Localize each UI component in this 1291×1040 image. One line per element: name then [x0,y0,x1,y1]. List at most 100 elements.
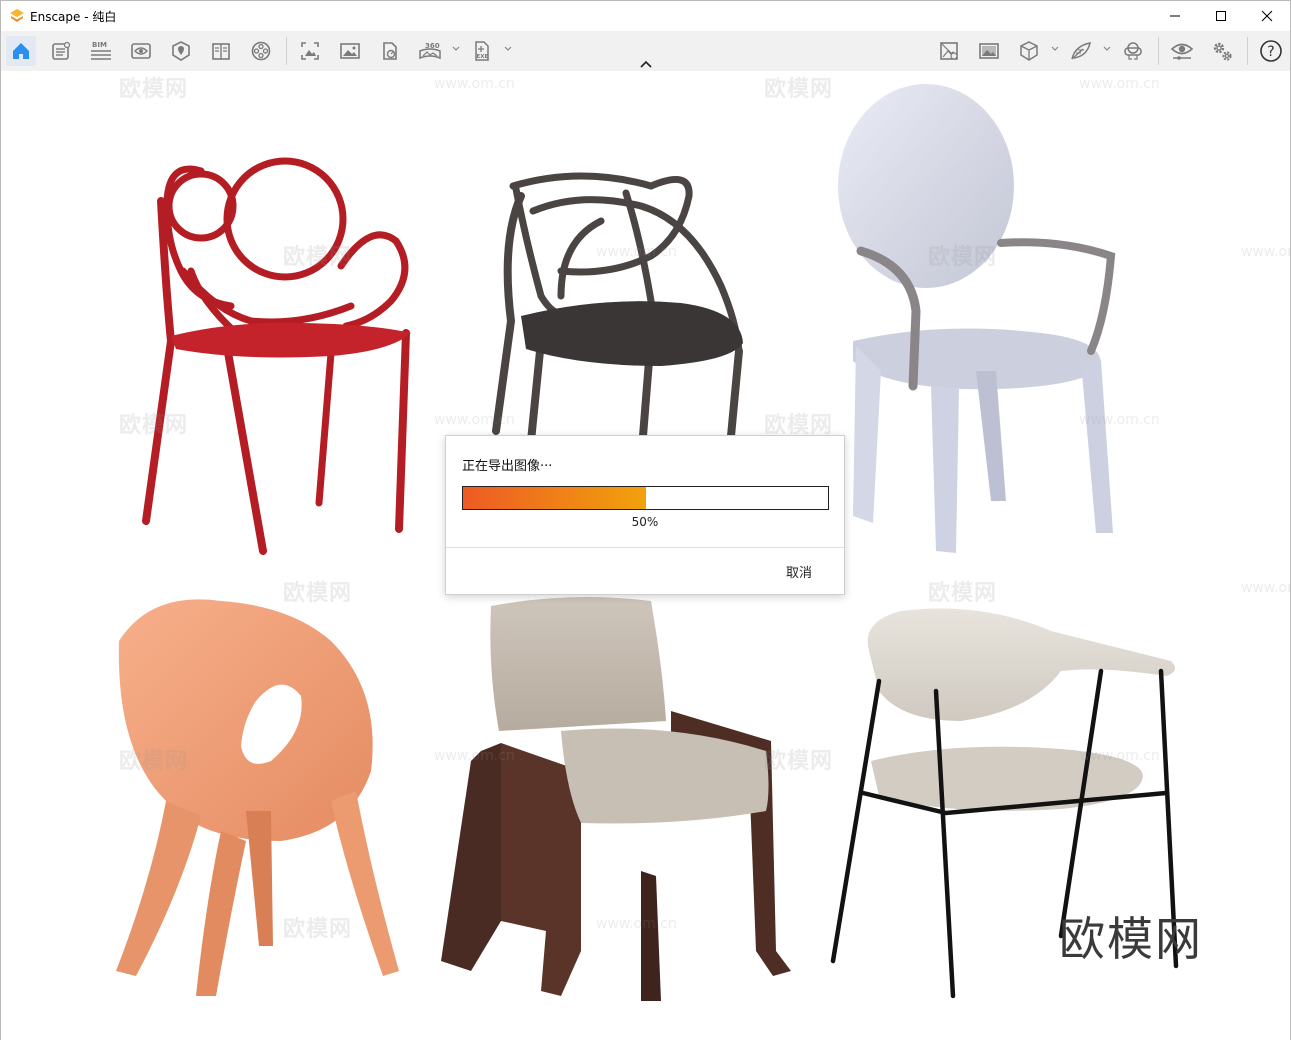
map-pin-button[interactable] [166,36,196,66]
maximize-button[interactable] [1198,1,1244,31]
dialog-title: 正在导出图像··· [462,459,553,474]
gears-icon [1213,42,1232,61]
reel-button[interactable] [246,36,276,66]
settings-button[interactable] [1207,36,1237,66]
watermark-url: www.om.cn [1079,748,1160,764]
home-icon [13,43,29,59]
vr-headset-button[interactable] [1118,36,1148,66]
batch-render-button[interactable] [934,36,964,66]
asset-dropdown[interactable] [1050,44,1060,54]
fabric-wood-chair [441,597,791,1001]
vr-headset-icon [1124,42,1142,60]
salmon-shell-chair [116,599,399,996]
image-icon [340,43,360,59]
picture-gallery-button[interactable] [974,36,1004,66]
watermark-text: 欧模网 [119,749,189,774]
export-progress-bar [462,486,829,510]
image-button[interactable] [335,36,365,66]
close-icon [1261,10,1273,22]
watermark-text: 欧模网 [928,581,998,606]
chevron-down-icon [504,46,512,51]
collapse-toolbar-button[interactable] [637,57,655,71]
red-chair-seat [171,322,411,358]
toolbar-separator [1158,37,1159,65]
material-dropdown[interactable] [1102,44,1112,54]
asset-library-button[interactable] [1014,36,1044,66]
exe-label: EXE [477,54,489,60]
home-button[interactable] [6,36,36,66]
settings-sheet-button[interactable] [46,36,76,66]
bim-button[interactable]: BIM [86,36,116,66]
watermark-text: 欧模网 [119,77,189,102]
close-button[interactable] [1244,1,1290,31]
reel-icon [251,41,271,61]
watermark-url: www.om.cn [434,76,515,92]
exe-dropdown[interactable] [503,44,513,54]
watermark-text: 欧模网 [764,77,834,102]
toolbar-separator [286,37,287,65]
panorama-dropdown[interactable] [451,44,461,54]
watermark-url: www.om.cn [1079,76,1160,92]
cancel-button[interactable]: 取消 [786,562,812,581]
help-button[interactable]: ? [1256,36,1286,66]
exe-export-button[interactable]: EXE [467,36,497,66]
book-icon [212,43,230,60]
title-bar: Enscape - 纯白 [1,1,1290,31]
enscape-logo-icon [10,9,24,22]
toolbar-separator [1247,37,1248,65]
picture-gallery-icon [979,43,999,59]
watermark-url: www.om.cn [1241,580,1290,596]
material-feather-icon [1071,42,1091,60]
progress-percent: 50% [631,515,659,529]
watermark-url: www.om.cn [434,412,515,428]
visibility-button[interactable] [1167,36,1197,66]
watermark-text: 欧模网 [119,413,189,438]
visibility-eye-icon [1170,43,1194,60]
watermark-logo-text: 欧模网 [1059,912,1203,966]
minimize-icon [1170,15,1180,17]
asset-cube-icon [1020,41,1038,61]
view-button[interactable] [126,36,156,66]
panorama-360-icon: 360 [419,42,441,60]
batch-render-icon [940,42,958,60]
chevron-up-icon [640,60,652,68]
window-title: Enscape - 纯白 [30,9,117,24]
screenshot-icon [301,42,319,60]
watermark-url: www.om.cn [596,244,677,260]
clear-ghost-armchair [838,84,1116,553]
watermark-url: www.om.cn [596,916,677,932]
watermark-text: 欧模网 [283,917,353,942]
watermark-url: www.om.cn [1079,412,1160,428]
dark-chair-seat [521,301,743,366]
map-pin-icon [172,41,190,61]
enscape-window: Enscape - 纯白 BIM 360 EXE ? 欧模网 欧模网 www.o… [0,0,1291,1040]
book-button[interactable] [206,36,236,66]
watermark-text: 欧模网 [283,245,353,270]
chevron-down-icon [1103,46,1111,51]
material-editor-button[interactable] [1066,36,1096,66]
watermark-url: www.om.cn [434,748,515,764]
dialog-divider [446,547,844,548]
maximize-icon [1216,11,1226,21]
exe-export-icon: EXE [475,41,489,61]
view-icon [131,43,151,59]
window-controls [1152,1,1290,31]
chevron-down-icon [1051,46,1059,51]
panorama-button[interactable]: 360 [415,36,445,66]
watermark-text: 欧模网 [283,581,353,606]
screenshot-button[interactable] [295,36,325,66]
export-file-icon [383,42,397,60]
progress-fill [463,487,646,509]
export-progress-dialog: 正在导出图像··· 50% 取消 [445,435,845,595]
watermark-url: www.om.cn [1241,244,1290,260]
help-icon: ? [1260,40,1282,62]
watermark-text: 欧模网 [764,749,834,774]
settings-sheet-icon [52,41,71,60]
bim-icon: BIM [91,41,111,60]
watermark-text: 欧模网 [928,245,998,270]
chevron-down-icon [452,46,460,51]
export-file-button[interactable] [375,36,405,66]
minimize-button[interactable] [1152,1,1198,31]
bim-label: BIM [92,41,107,49]
help-label: ? [1267,44,1274,60]
